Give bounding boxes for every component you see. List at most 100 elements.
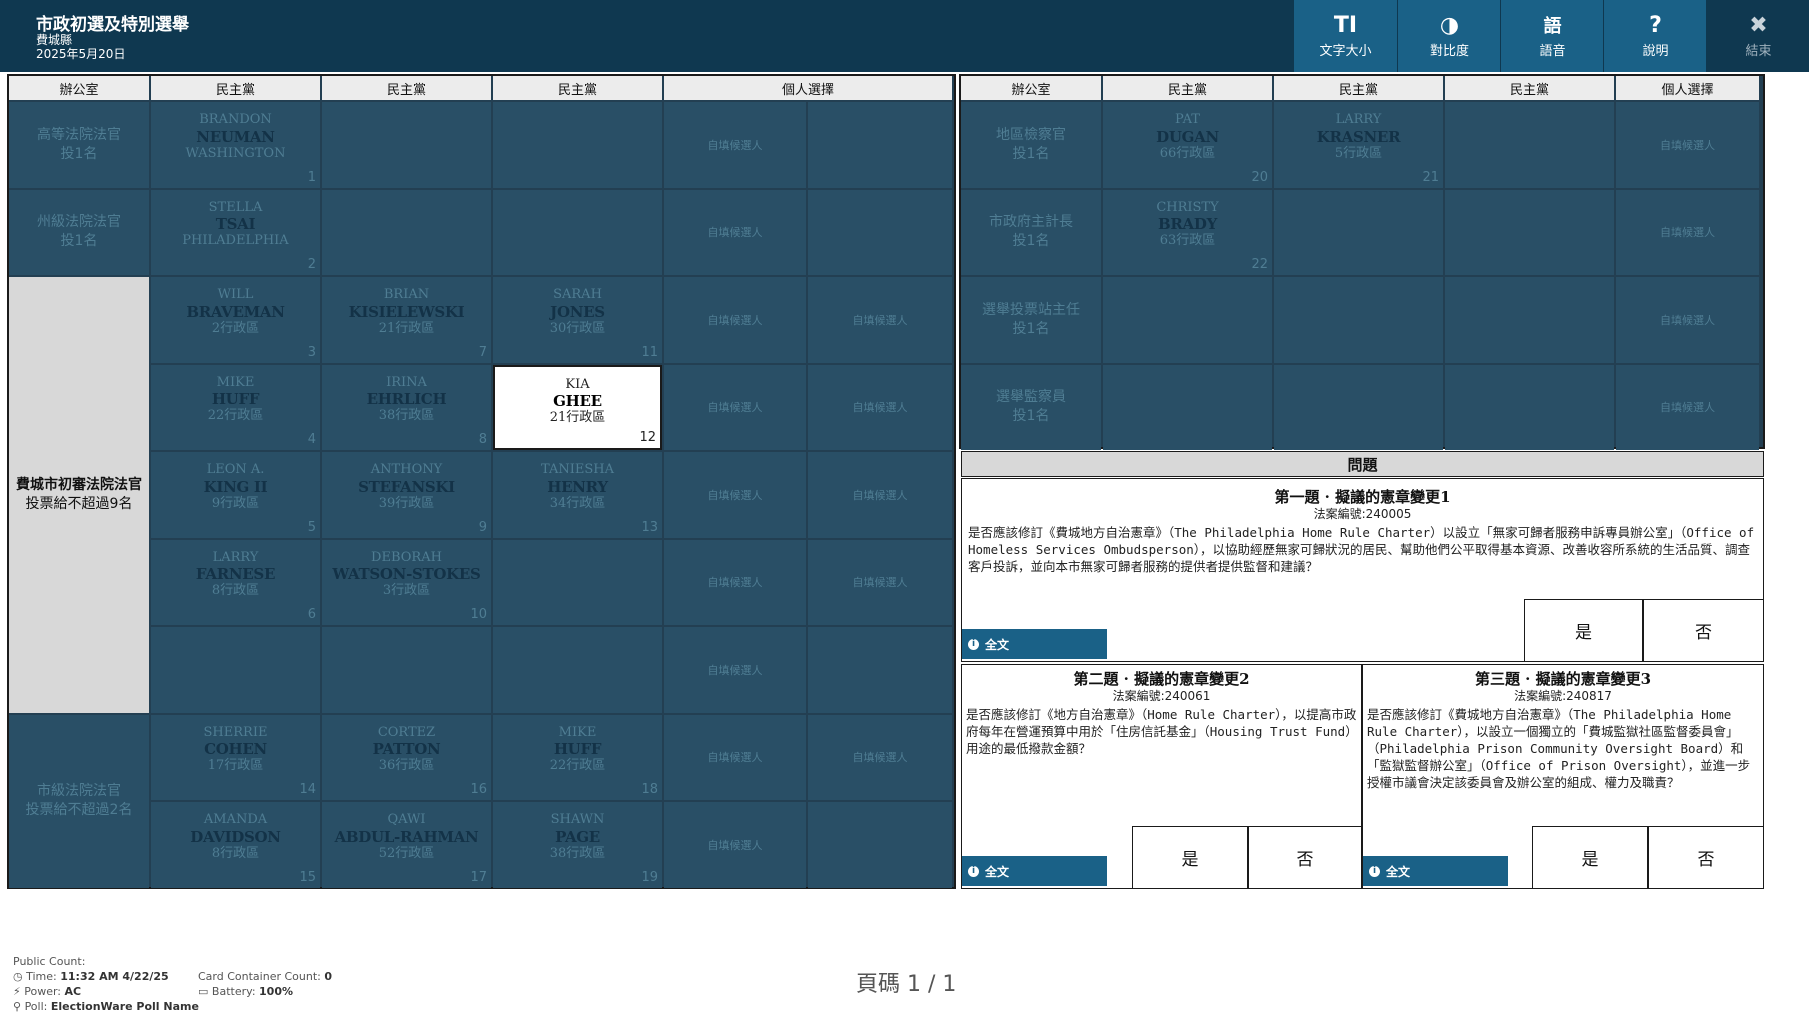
candidate-district: 36行政區 <box>378 758 435 774</box>
candidate-card[interactable]: QAWI ABDUL-RAHMAN 52行政區 17 <box>322 802 491 888</box>
write-in-slot[interactable]: 自填候選人 <box>808 277 952 363</box>
office-name: 高等法院法官 <box>37 126 121 143</box>
candidate-last-name: KING II <box>203 477 268 496</box>
full-text-button[interactable]: i 全文 <box>962 856 1107 886</box>
empty-slot <box>808 102 952 188</box>
write-in-slot[interactable]: 自填候選人 <box>1616 364 1759 450</box>
office-name: 市級法院法官 <box>37 783 121 800</box>
audio-button[interactable]: 語 語音 <box>1500 0 1604 72</box>
candidate-first-name: LARRY <box>1335 112 1382 127</box>
battery-value: 100% <box>259 985 294 998</box>
candidate-card[interactable]: LARRY KRASNER 5行政區 21 <box>1274 102 1443 188</box>
candidate-district: 21行政區 <box>549 410 606 426</box>
empty-slot <box>1445 189 1614 275</box>
candidate-card[interactable]: CHRISTY BRADY 63行政區 22 <box>1103 189 1272 275</box>
candidate-district: 52行政區 <box>378 845 435 861</box>
candidate-card[interactable]: ANTHONY STEFANSKI 39行政區 9 <box>322 452 491 538</box>
candidate-last-name: HUFF <box>553 740 602 759</box>
candidate-first-name: BRIAN <box>383 287 430 302</box>
candidate-first-name: LEON A. <box>206 462 265 477</box>
page-indicator: 頁碼 1 / 1 <box>856 972 957 997</box>
write-in-slot[interactable]: 自填候選人 <box>1616 102 1759 188</box>
candidate-number: 5 <box>307 519 316 535</box>
info-icon: i <box>968 638 979 650</box>
yes-button[interactable]: 是 <box>1524 599 1643 662</box>
write-in-slot[interactable]: 自填候選人 <box>808 539 952 625</box>
candidate-card[interactable]: BRANDON NEUMAN WASHINGTON 1 <box>151 102 320 188</box>
empty-slot <box>493 627 662 713</box>
empty-slot <box>808 627 952 713</box>
write-in-slot[interactable]: 自填候選人 <box>664 714 806 800</box>
column-header-party: 民主黨 <box>1445 76 1614 100</box>
exit-button[interactable]: ✖ 結束 <box>1706 0 1809 72</box>
write-in-slot[interactable]: 自填候選人 <box>664 189 806 275</box>
empty-slot <box>1445 102 1614 188</box>
candidate-last-name: KISIELEWSKI <box>348 302 465 321</box>
candidate-card[interactable]: STELLA TSAI PHILADELPHIA 2 <box>151 189 320 275</box>
write-in-slot[interactable]: 自填候選人 <box>664 452 806 538</box>
power-status: ⚡ Power: AC <box>13 985 81 998</box>
candidate-card[interactable]: AMANDA DAVIDSON 8行政區 15 <box>151 802 320 888</box>
no-button[interactable]: 否 <box>1248 826 1362 889</box>
candidate-card[interactable]: SARAH JONES 30行政區 11 <box>493 277 662 363</box>
candidate-last-name: WATSON-STOKES <box>332 565 481 584</box>
write-in-slot[interactable]: 自填候選人 <box>1616 277 1759 363</box>
empty-slot <box>493 539 662 625</box>
write-in-slot[interactable]: 自填候選人 <box>664 102 806 188</box>
candidate-last-name: KRASNER <box>1316 127 1401 146</box>
candidate-first-name: KIA <box>565 376 590 392</box>
candidate-card[interactable]: MIKE HUFF 22行政區 4 <box>151 364 320 450</box>
candidate-card[interactable]: SHERRIE COHEN 17行政區 14 <box>151 714 320 800</box>
write-in-slot[interactable]: 自填候選人 <box>808 452 952 538</box>
contrast-button[interactable]: ◑ 對比度 <box>1397 0 1501 72</box>
write-in-slot[interactable]: 自填候選人 <box>664 802 806 888</box>
office-name: 市政府主計長 <box>989 214 1073 231</box>
write-in-slot[interactable]: 自填候選人 <box>664 277 806 363</box>
write-in-slot[interactable]: 自填候選人 <box>664 364 806 450</box>
header-bar: 市政初選及特別選舉 費城縣 2025年5月20日 TI 文字大小 ◑ 對比度 語… <box>0 0 1809 72</box>
candidate-card[interactable]: MIKE HUFF 22行政區 18 <box>493 714 662 800</box>
candidate-district: PHILADELPHIA <box>182 233 289 249</box>
candidate-card[interactable]: BRIAN KISIELEWSKI 21行政區 7 <box>322 277 491 363</box>
candidate-card[interactable]: IRINA EHRLICH 38行政區 8 <box>322 364 491 450</box>
office-common-pleas: 費城市初審法院法官 投票給不超過9名 <box>9 277 149 713</box>
question-bill-number: 法案編號:240061 <box>1112 689 1211 703</box>
candidate-card[interactable]: LARRY FARNESE 8行政區 6 <box>151 539 320 625</box>
write-in-slot[interactable]: 自填候選人 <box>808 714 952 800</box>
candidate-card[interactable]: SHAWN PAGE 38行政區 19 <box>493 802 662 888</box>
yes-button[interactable]: 是 <box>1532 826 1648 889</box>
candidate-card[interactable]: WILL BRAVEMAN 2行政區 3 <box>151 277 320 363</box>
full-text-button[interactable]: i 全文 <box>962 629 1107 659</box>
candidate-card[interactable]: TANIESHA HENRY 34行政區 13 <box>493 452 662 538</box>
candidate-first-name: PAT <box>1175 112 1200 127</box>
column-header-party: 民主黨 <box>1274 76 1443 100</box>
question-text: 是否應該修訂《費城地方自治憲章》（The Philadelphia Home R… <box>968 525 1755 574</box>
office-city-controller: 市政府主計長 投1名 <box>961 189 1101 275</box>
office-vote-rule: 投1名 <box>1012 320 1050 337</box>
candidate-last-name: GHEE <box>553 392 602 411</box>
card-container-status: Card Container Count: 0 <box>198 970 332 983</box>
no-button[interactable]: 否 <box>1648 826 1764 889</box>
candidate-first-name: WILL <box>217 287 254 302</box>
candidate-card[interactable]: DEBORAH WATSON-STOKES 3行政區 10 <box>322 539 491 625</box>
write-in-slot[interactable]: 自填候選人 <box>664 627 806 713</box>
no-button[interactable]: 否 <box>1643 599 1764 662</box>
candidate-first-name: SHERRIE <box>203 724 268 740</box>
candidate-card[interactable]: LEON A. KING II 9行政區 5 <box>151 452 320 538</box>
candidate-card[interactable]: PAT DUGAN 66行政區 20 <box>1103 102 1272 188</box>
yes-button[interactable]: 是 <box>1132 826 1248 889</box>
candidate-number: 17 <box>470 869 487 885</box>
candidate-district: 66行政區 <box>1159 145 1216 161</box>
left-ballot-grid: 辦公室 民主黨 民主黨 民主黨 個人選擇 高等法院法官 投1名 BRANDON … <box>7 74 956 889</box>
text-size-button[interactable]: TI 文字大小 <box>1293 0 1397 72</box>
candidate-first-name: ANTHONY <box>370 462 443 477</box>
candidate-card[interactable]: CORTEZ PATTON 36行政區 16 <box>322 714 491 800</box>
candidate-first-name: STELLA <box>208 199 263 215</box>
write-in-slot[interactable]: 自填候選人 <box>1616 189 1759 275</box>
audio-language-icon: 語 <box>1543 16 1562 37</box>
write-in-slot[interactable]: 自填候選人 <box>808 364 952 450</box>
help-button[interactable]: ? 說明 <box>1603 0 1707 72</box>
write-in-slot[interactable]: 自填候選人 <box>664 539 806 625</box>
candidate-card-selected[interactable]: KIA GHEE 21行政區 12 <box>493 364 662 450</box>
full-text-button[interactable]: i 全文 <box>1363 856 1508 886</box>
